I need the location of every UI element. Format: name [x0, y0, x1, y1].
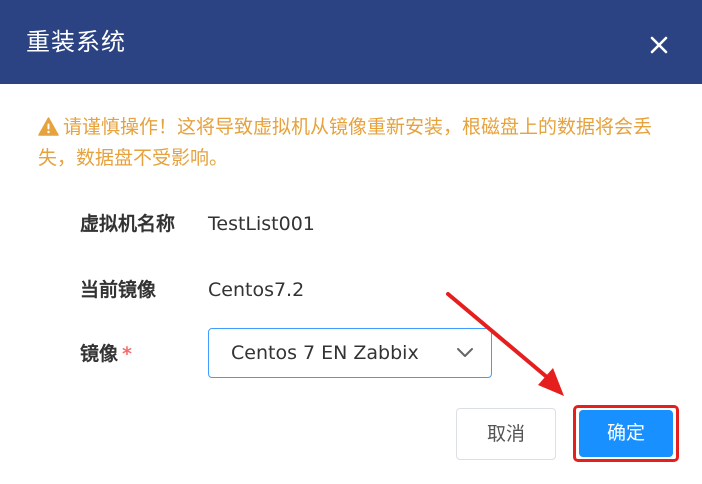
image-select[interactable]: Centos 7 EN Zabbix	[208, 328, 492, 378]
reinstall-system-dialog: 重装系统 请谨慎操作！这将导致虚拟机从镜像重新安装，根磁盘上的数据将会丢失，数据…	[0, 0, 702, 484]
vm-name-value: TestList001	[208, 213, 315, 235]
image-label-text: 镜像	[80, 343, 119, 365]
warning-text: 请谨慎操作！这将导致虚拟机从镜像重新安装，根磁盘上的数据将会丢失，数据盘不受影响…	[38, 116, 653, 169]
image-select-value: Centos 7 EN Zabbix	[231, 342, 419, 364]
cancel-button[interactable]: 取消	[456, 408, 556, 460]
required-asterisk: *	[122, 343, 132, 365]
confirm-button[interactable]: 确定	[579, 410, 673, 457]
current-image-value: Centos7.2	[208, 279, 305, 301]
warning-icon	[38, 117, 59, 136]
close-icon[interactable]	[642, 28, 676, 62]
chevron-down-icon	[457, 348, 473, 357]
current-image-label: 当前镜像	[80, 279, 157, 301]
dialog-header: 重装系统	[0, 0, 702, 84]
dialog-title: 重装系统	[26, 28, 126, 56]
warning-message: 请谨慎操作！这将导致虚拟机从镜像重新安装，根磁盘上的数据将会丢失，数据盘不受影响…	[38, 112, 674, 174]
image-label: 镜像 *	[80, 339, 132, 369]
vm-name-label: 虚拟机名称	[80, 213, 176, 235]
